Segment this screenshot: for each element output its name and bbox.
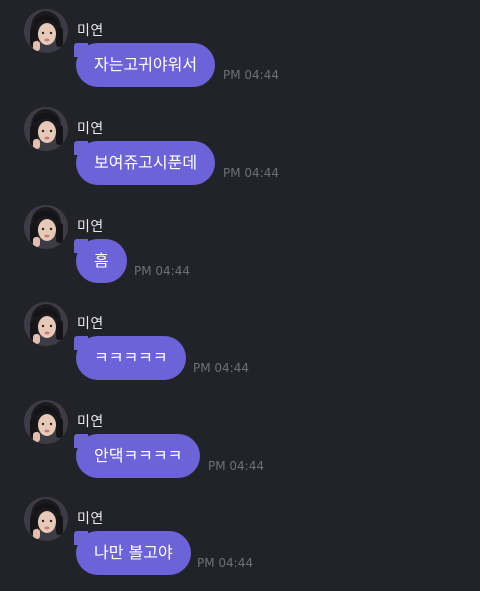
chat-message-list: 미연 자는고귀야워서 PM 04:44 미연 보여쥬고시푼데 PM 04:44 — [0, 0, 480, 591]
message-bubble[interactable]: 안댁ㅋㅋㅋㅋ — [73, 434, 201, 478]
message-time: PM 04:44 — [223, 166, 279, 180]
chat-message: 미연 흠 PM 04:44 — [0, 196, 480, 294]
message-bubble[interactable]: ㅋㅋㅋㅋㅋ — [74, 336, 186, 380]
profile-photo — [24, 302, 68, 346]
chat-message: 미연 안댁ㅋㅋㅋㅋ PM 04:44 — [0, 391, 480, 489]
message-bubble[interactable]: 자는고귀야워서 — [73, 43, 216, 87]
profile-photo — [24, 205, 68, 249]
avatar[interactable] — [24, 107, 68, 151]
message-bubble[interactable]: 나만 볼고야 — [74, 531, 191, 575]
chat-message: 미연 ㅋㅋㅋㅋㅋ PM 04:44 — [0, 293, 480, 391]
message-bubble[interactable]: 보여쥬고시푼데 — [73, 141, 216, 185]
chat-message: 미연 보여쥬고시푼데 PM 04:44 — [0, 98, 480, 196]
avatar[interactable] — [24, 400, 68, 444]
sender-name: 미연 — [77, 316, 104, 332]
profile-photo — [24, 9, 68, 53]
chat-message: 미연 나만 볼고야 PM 04:44 — [0, 488, 480, 586]
avatar[interactable] — [24, 205, 68, 249]
sender-name: 미연 — [77, 219, 104, 235]
message-time: PM 04:44 — [193, 361, 249, 375]
avatar[interactable] — [24, 9, 68, 53]
sender-name: 미연 — [77, 121, 104, 137]
sender-name: 미연 — [77, 23, 104, 39]
message-bubble[interactable]: 흠 — [74, 239, 127, 283]
message-time: PM 04:44 — [197, 556, 253, 570]
message-time: PM 04:44 — [134, 264, 190, 278]
avatar[interactable] — [24, 497, 68, 541]
profile-photo — [24, 497, 68, 541]
profile-photo — [24, 400, 68, 444]
message-time: PM 04:44 — [223, 68, 279, 82]
message-time: PM 04:44 — [208, 459, 264, 473]
avatar[interactable] — [24, 302, 68, 346]
sender-name: 미연 — [77, 414, 104, 430]
profile-photo — [24, 107, 68, 151]
sender-name: 미연 — [77, 511, 104, 527]
chat-message: 미연 자는고귀야워서 PM 04:44 — [0, 0, 480, 98]
